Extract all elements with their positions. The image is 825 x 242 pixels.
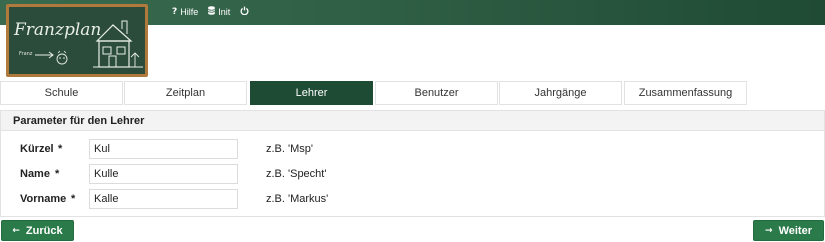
name-label: Name [20, 168, 50, 180]
tab-schule[interactable]: Schule [0, 81, 123, 105]
name-row: Name * z.B. 'Specht' [1, 164, 824, 184]
arrow-right-icon: → [765, 225, 773, 236]
tab-lehrer[interactable]: Lehrer [250, 81, 373, 105]
help-link[interactable]: ? Hilfe [172, 7, 198, 17]
vorname-input[interactable] [89, 189, 238, 209]
database-icon [208, 6, 216, 18]
vorname-required-marker: * [71, 193, 76, 205]
back-button[interactable]: ← Zurück [1, 220, 74, 241]
vorname-row: Vorname * z.B. 'Markus' [1, 189, 824, 209]
tab-bar: Schule Zeitplan Lehrer Benutzer Jahrgäng… [0, 81, 825, 106]
svg-text:Franz: Franz [19, 51, 33, 57]
tab-zeitplan[interactable]: Zeitplan [124, 81, 247, 105]
teacher-parameters-panel: Parameter für den Lehrer Kürzel * z.B. '… [0, 110, 825, 217]
kuerzel-hint: z.B. 'Msp' [266, 143, 313, 155]
tab-benutzer[interactable]: Benutzer [375, 81, 498, 105]
svg-text:Franzplan: Franzplan [13, 20, 101, 40]
power-icon [240, 6, 249, 18]
logout-button[interactable] [240, 6, 249, 18]
top-nav: ? Hilfe Init [172, 6, 249, 18]
name-hint: z.B. 'Specht' [266, 168, 327, 180]
arrow-left-icon: ← [12, 225, 20, 236]
vorname-label: Vorname [20, 193, 67, 205]
question-icon: ? [172, 7, 178, 17]
tab-zusammenfassung[interactable]: Zusammenfassung [624, 81, 747, 105]
app-logo: Franzplan Franz [6, 4, 148, 77]
next-button[interactable]: → Weiter [753, 220, 824, 241]
kuerzel-row: Kürzel * z.B. 'Msp' [1, 139, 824, 159]
back-label: Zurück [25, 224, 63, 237]
kuerzel-input[interactable] [89, 139, 238, 159]
help-label: Hilfe [180, 7, 199, 17]
init-label: Init [218, 7, 231, 17]
vorname-hint: z.B. 'Markus' [266, 193, 329, 205]
tab-jahrgaenge[interactable]: Jahrgänge [499, 81, 622, 105]
name-input[interactable] [89, 164, 238, 184]
panel-title: Parameter für den Lehrer [1, 111, 824, 131]
kuerzel-label: Kürzel [20, 143, 54, 155]
kuerzel-required-marker: * [58, 143, 63, 155]
name-required-marker: * [55, 168, 60, 180]
init-link[interactable]: Init [208, 6, 230, 18]
next-label: Weiter [778, 224, 812, 237]
